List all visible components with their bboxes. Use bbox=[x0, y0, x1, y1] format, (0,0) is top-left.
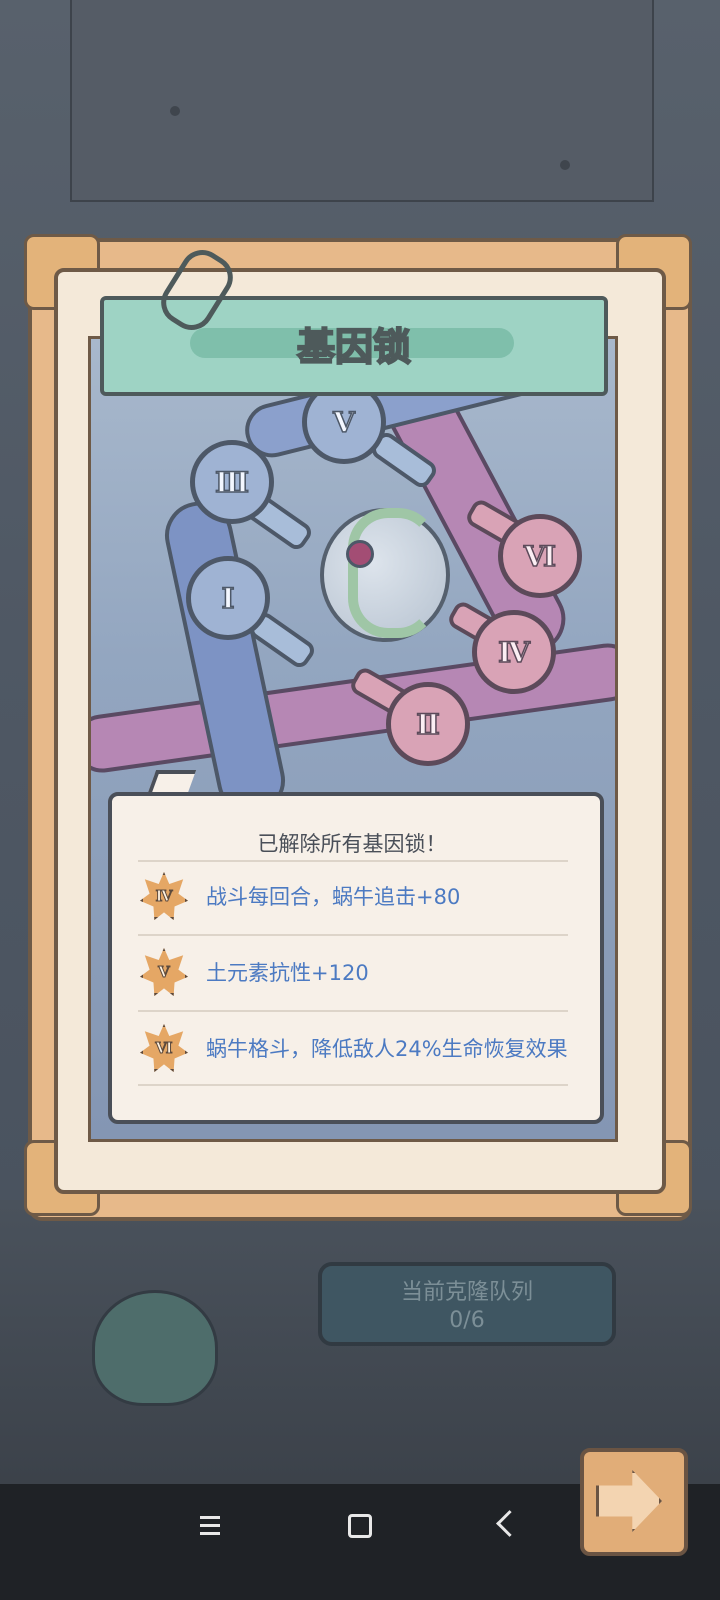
gene-lock-4[interactable]: Ⅳ bbox=[472, 610, 556, 694]
gene-lock-1[interactable]: Ⅰ bbox=[186, 556, 270, 640]
bonus-row: Ⅴ 土元素抗性+120 bbox=[140, 944, 600, 1000]
divider bbox=[138, 1084, 568, 1086]
background-wall-panel bbox=[70, 0, 654, 202]
rivet-icon bbox=[170, 106, 180, 116]
bonus-text: 战斗每回合，蜗牛追击+80 bbox=[206, 885, 461, 909]
star-badge-icon: Ⅵ bbox=[140, 1024, 188, 1072]
gene-lock-2[interactable]: Ⅱ bbox=[386, 682, 470, 766]
divider bbox=[138, 1010, 568, 1012]
bonus-text: 土元素抗性+120 bbox=[206, 961, 369, 985]
bonus-row: Ⅵ 蜗牛格斗，降低敌人24%生命恢复效果 bbox=[140, 1020, 600, 1076]
home-square-icon[interactable] bbox=[348, 1514, 372, 1538]
menu-icon[interactable] bbox=[200, 1516, 220, 1540]
divider bbox=[138, 860, 568, 862]
clone-queue-count: 0/6 bbox=[449, 1308, 485, 1333]
star-badge-icon: Ⅳ bbox=[140, 872, 188, 920]
gene-lock-6[interactable]: Ⅵ bbox=[498, 514, 582, 598]
divider bbox=[138, 934, 568, 936]
snail-eye-icon bbox=[346, 540, 374, 568]
snail-icon bbox=[348, 508, 438, 638]
gene-lock-3[interactable]: Ⅲ bbox=[190, 440, 274, 524]
bonus-row: Ⅳ 战斗每回合，蜗牛追击+80 bbox=[140, 868, 600, 924]
star-badge-icon: Ⅴ bbox=[140, 948, 188, 996]
bonus-text: 蜗牛格斗，降低敌人24%生命恢复效果 bbox=[206, 1037, 568, 1061]
flask-icon bbox=[92, 1290, 218, 1406]
clone-queue-display: 当前克隆队列 0/6 bbox=[318, 1262, 616, 1346]
unlock-status-text: 已解除所有基因锁！ bbox=[257, 832, 447, 856]
clone-queue-label: 当前克隆队列 bbox=[400, 1280, 533, 1305]
rivet-icon bbox=[560, 160, 570, 170]
